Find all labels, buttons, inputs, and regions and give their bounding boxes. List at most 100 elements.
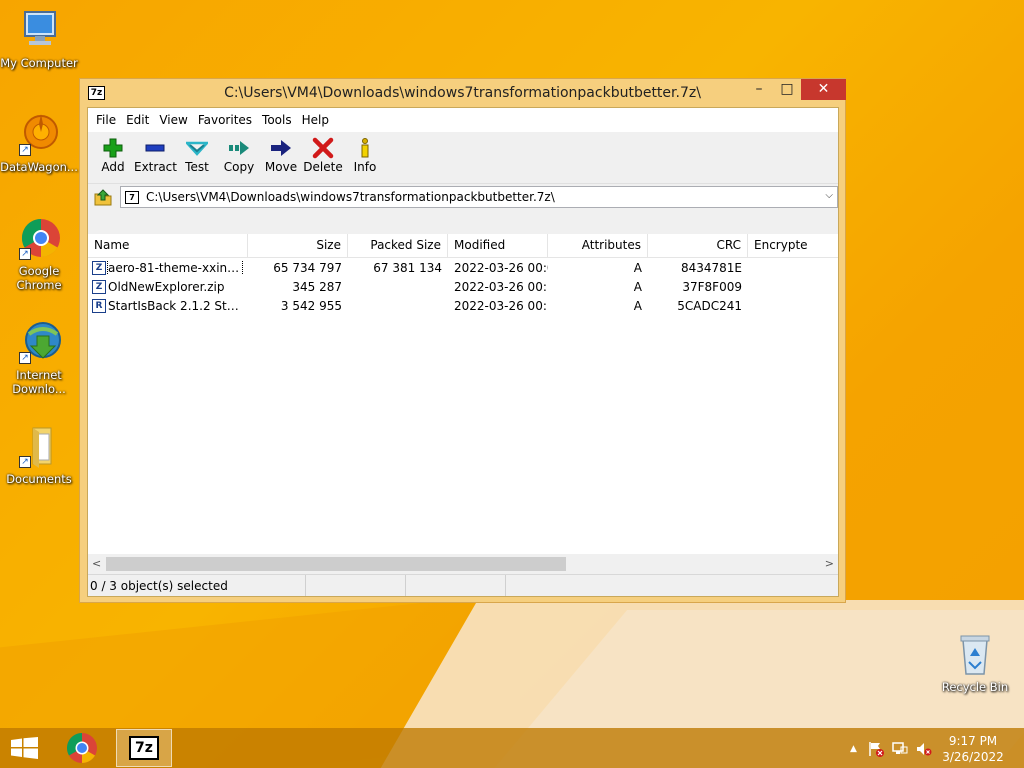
move-button[interactable]: Move: [260, 132, 302, 183]
menu-tools[interactable]: Tools: [257, 113, 297, 127]
desktop-icon-google-chrome[interactable]: ↗ Google Chrome: [0, 216, 78, 292]
column-header-attributes[interactable]: Attributes: [548, 234, 648, 257]
archive-icon: 7: [125, 190, 139, 204]
title-bar[interactable]: 7z C:\Users\VM4\Downloads\windows7transf…: [80, 79, 846, 107]
clock[interactable]: 9:17 PM 3/26/2022: [938, 733, 1008, 765]
desktop-icon-datawagon[interactable]: ↗ DataWagon...: [0, 112, 78, 174]
file-modified: 2022-03-26 00:14: [454, 298, 548, 313]
move-icon: [260, 136, 302, 160]
column-header-packed-size[interactable]: Packed Size: [348, 234, 448, 257]
desktop-icon-label: Google Chrome: [16, 264, 62, 292]
datawagon-icon: ↗: [17, 112, 61, 156]
taskbar-7zip-button[interactable]: 7z: [116, 729, 172, 767]
menu-bar: File Edit View Favorites Tools Help: [88, 108, 838, 132]
file-attributes: A: [633, 260, 642, 275]
close-button[interactable]: ✕: [801, 79, 846, 100]
computer-icon: [17, 8, 61, 52]
info-button[interactable]: Info: [344, 132, 386, 183]
column-headers: Name Size Packed Size Modified Attribute…: [88, 234, 838, 258]
shortcut-arrow-icon: ↗: [19, 352, 31, 364]
test-icon: [176, 136, 218, 160]
copy-button[interactable]: Copy: [218, 132, 260, 183]
volume-muted-icon[interactable]: [916, 741, 932, 760]
clock-date: 3/26/2022: [942, 750, 1004, 764]
idm-icon: ↗: [17, 320, 61, 364]
network-icon[interactable]: [892, 741, 908, 760]
column-header-modified[interactable]: Modified: [448, 234, 548, 257]
window-client-area: File Edit View Favorites Tools Help Add …: [87, 107, 839, 597]
up-folder-button[interactable]: [92, 186, 114, 208]
desktop-icon-my-computer[interactable]: My Computer: [0, 8, 78, 70]
menu-help[interactable]: Help: [297, 113, 334, 127]
shortcut-arrow-icon: ↗: [19, 144, 31, 156]
delete-icon: [302, 136, 344, 160]
info-label: Info: [353, 160, 377, 174]
file-crc: 37F8F009: [682, 279, 742, 294]
7zip-app-icon: 7z: [129, 736, 159, 760]
extract-icon: [134, 136, 176, 160]
shortcut-arrow-icon: ↗: [19, 248, 31, 260]
file-name: StartIsBack 2.1.2 StartIs...: [108, 298, 242, 313]
file-packed-size: 67 381 134: [373, 260, 442, 275]
delete-button[interactable]: Delete: [302, 132, 344, 183]
desktop-icon-label: DataWagon...: [0, 160, 78, 174]
taskbar: 7z ▲ 9:17 PM 3/26/2022: [0, 728, 1024, 768]
file-size: 65 734 797: [273, 260, 342, 275]
selection-status: 0 / 3 object(s) selected: [88, 575, 306, 596]
scrollbar-thumb[interactable]: [106, 557, 566, 571]
column-header-size[interactable]: Size: [248, 234, 348, 257]
chrome-icon: [66, 733, 97, 763]
status-pane: [506, 575, 606, 596]
desktop-icon-label: My Computer: [0, 56, 78, 70]
file-name: OldNewExplorer.zip: [108, 279, 225, 294]
windows-logo-icon: [11, 737, 38, 759]
file-modified: 2022-03-26 00:06: [454, 260, 548, 275]
menu-view[interactable]: View: [154, 113, 192, 127]
table-row[interactable]: Z OldNewExplorer.zip 345 287 2022-03-26 …: [88, 277, 838, 296]
extract-button[interactable]: Extract: [134, 132, 177, 183]
show-hidden-icons-chevron-icon[interactable]: ▲: [850, 744, 857, 754]
add-label: Add: [101, 160, 125, 174]
file-list: Name Size Packed Size Modified Attribute…: [88, 234, 838, 574]
desktop-icon-internet-download-manager[interactable]: ↗ Internet Downlo...: [0, 320, 78, 396]
system-tray: ▲ 9:17 PM 3/26/2022: [824, 728, 1024, 768]
table-row[interactable]: R StartIsBack 2.1.2 StartIs... 3 542 955…: [88, 296, 838, 315]
scroll-right-icon[interactable]: >: [825, 557, 834, 570]
add-button[interactable]: Add: [92, 132, 134, 183]
table-row[interactable]: Z aero-81-theme-xxinight... 65 734 797 6…: [88, 258, 838, 277]
menu-edit[interactable]: Edit: [121, 113, 154, 127]
test-button[interactable]: Test: [176, 132, 218, 183]
column-header-name[interactable]: Name: [88, 234, 248, 257]
file-crc: 8434781E: [680, 260, 742, 275]
zip-file-icon: Z: [92, 279, 106, 294]
desktop-icon-recycle-bin[interactable]: Recycle Bin: [936, 632, 1014, 694]
copy-label: Copy: [223, 160, 255, 174]
start-button[interactable]: [11, 737, 38, 759]
window-title: C:\Users\VM4\Downloads\windows7transform…: [224, 85, 701, 101]
clock-time: 9:17 PM: [948, 734, 998, 748]
file-modified: 2022-03-26 00:19: [454, 279, 548, 294]
shortcut-arrow-icon: ↗: [19, 456, 31, 468]
minimize-button[interactable]: –: [745, 79, 773, 100]
desktop-icon-label: Recycle Bin: [941, 680, 1009, 694]
taskbar-chrome-button[interactable]: [54, 729, 110, 767]
status-pane: [406, 575, 506, 596]
horizontal-scrollbar[interactable]: < >: [88, 554, 838, 574]
7zip-window: 7z C:\Users\VM4\Downloads\windows7transf…: [79, 78, 846, 603]
file-attributes: A: [633, 279, 642, 294]
recycle-bin-icon: [953, 632, 997, 676]
menu-favorites[interactable]: Favorites: [193, 113, 257, 127]
scroll-left-icon[interactable]: <: [92, 557, 101, 570]
file-size: 3 542 955: [280, 298, 342, 313]
desktop-icon-documents[interactable]: ↗ Documents: [0, 424, 78, 486]
status-pane: [306, 575, 406, 596]
menu-file[interactable]: File: [91, 113, 121, 127]
column-header-crc[interactable]: CRC: [648, 234, 748, 257]
test-label: Test: [185, 160, 209, 174]
action-center-flag-icon[interactable]: [868, 741, 884, 760]
info-icon: [344, 136, 386, 160]
chevron-down-icon[interactable]: ⌵: [825, 190, 833, 201]
column-header-encrypted[interactable]: Encrypte: [748, 234, 838, 257]
maximize-button[interactable]: □: [773, 79, 801, 100]
address-field[interactable]: 7 C:\Users\VM4\Downloads\windows7transfo…: [120, 186, 838, 208]
